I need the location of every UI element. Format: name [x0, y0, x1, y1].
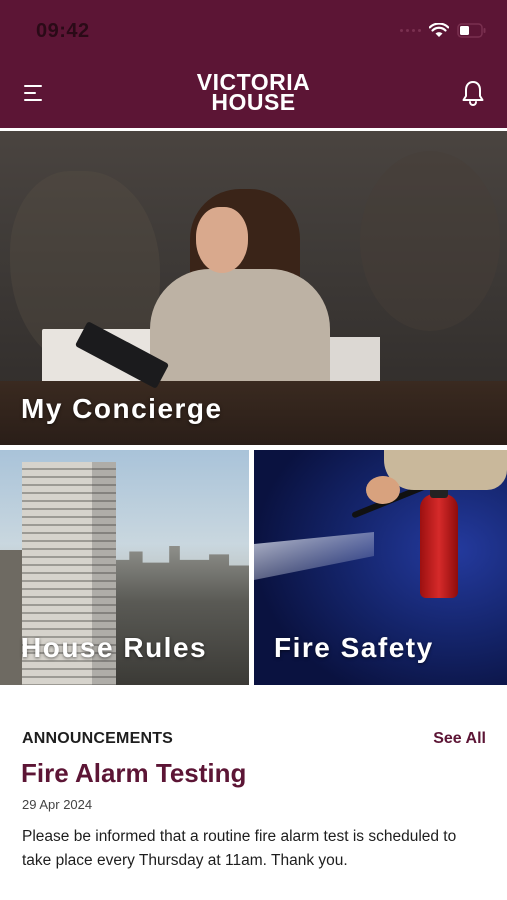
announcements-heading: ANNOUNCEMENTS — [22, 730, 174, 747]
nav-bar: VICTORIA HOUSE — [0, 62, 507, 128]
status-time: 09:42 — [36, 20, 90, 42]
tile-house-rules[interactable]: House Rules — [0, 450, 249, 685]
announcement-title[interactable]: Fire Alarm Testing — [21, 758, 246, 789]
brand-logo: VICTORIA HOUSE — [0, 71, 507, 115]
photo-building — [0, 550, 22, 685]
brand-line-2: HOUSE — [211, 89, 296, 115]
photo-extinguisher — [420, 494, 458, 598]
photo-hand — [366, 476, 400, 504]
announcement-body: Please be informed that a routine fire a… — [22, 828, 457, 869]
announcement-date: 29 Apr 2024 — [22, 797, 93, 812]
tile-label-fire-safety: Fire Safety — [274, 632, 434, 663]
tile-fire-safety[interactable]: Fire Safety — [254, 450, 507, 685]
tile-label-house-rules: House Rules — [21, 632, 208, 663]
battery-icon — [457, 23, 487, 38]
bell-icon[interactable] — [461, 80, 485, 106]
wifi-icon — [429, 23, 449, 38]
photo-person — [196, 207, 248, 273]
see-all-link[interactable]: See All — [433, 730, 486, 748]
tile-my-concierge[interactable]: My Concierge — [0, 131, 507, 445]
status-bar: 09:42 — [0, 0, 507, 60]
status-icons — [400, 23, 487, 38]
tile-label-my-concierge: My Concierge — [21, 393, 223, 424]
announcements-section: ANNOUNCEMENTS See All Fire Alarm Testing… — [0, 690, 507, 900]
app-header: 09:42 VICTORIA HOUSE — [0, 0, 507, 128]
photo-arm — [384, 450, 507, 490]
photo-city — [116, 546, 249, 685]
photo-spray — [254, 532, 374, 580]
signal-icon — [400, 29, 421, 32]
photo-detail — [360, 151, 500, 331]
